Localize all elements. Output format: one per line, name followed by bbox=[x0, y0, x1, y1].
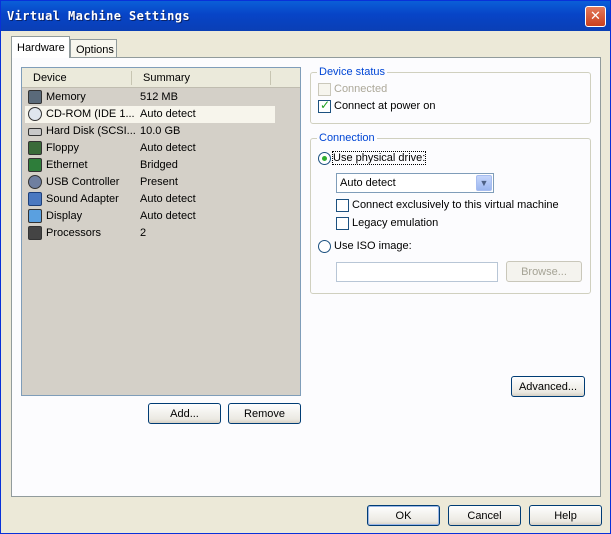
remove-button[interactable]: Remove bbox=[228, 403, 301, 424]
usb-icon bbox=[28, 175, 42, 189]
device-summary: Bridged bbox=[140, 159, 178, 171]
device-name: Hard Disk (SCSI... bbox=[46, 125, 136, 137]
device-row-floppy[interactable]: Floppy Auto detect bbox=[25, 140, 275, 157]
device-summary: Present bbox=[140, 176, 178, 188]
connect-at-power-on-checkbox[interactable]: ✓ bbox=[318, 98, 331, 113]
ok-button-label: OK bbox=[395, 509, 412, 522]
device-summary: Auto detect bbox=[140, 210, 196, 222]
device-row-hard-disk[interactable]: Hard Disk (SCSI... 10.0 GB bbox=[25, 123, 275, 140]
connected-label: Connected bbox=[334, 83, 388, 95]
device-row-sound[interactable]: Sound Adapter Auto detect bbox=[25, 191, 275, 208]
hard-disk-icon bbox=[28, 128, 42, 136]
device-summary: Auto detect bbox=[140, 108, 196, 120]
device-name: Processors bbox=[46, 227, 102, 239]
cdrom-icon bbox=[28, 107, 42, 121]
ok-button[interactable]: OK bbox=[367, 505, 440, 526]
advanced-button-label: Advanced... bbox=[518, 380, 578, 393]
device-name: Memory bbox=[46, 91, 86, 103]
ethernet-icon bbox=[28, 158, 42, 172]
use-physical-drive-radio[interactable] bbox=[318, 152, 331, 165]
device-summary: 2 bbox=[140, 227, 147, 239]
connected-checkbox[interactable] bbox=[318, 83, 331, 96]
cancel-button-label: Cancel bbox=[467, 509, 502, 522]
remove-button-label: Remove bbox=[244, 407, 285, 420]
device-name: Floppy bbox=[46, 142, 80, 154]
display-icon bbox=[28, 209, 42, 223]
memory-icon bbox=[28, 90, 42, 104]
device-list[interactable]: Device Summary Memory 512 MB CD-ROM (IDE… bbox=[21, 67, 301, 396]
device-list-header: Device Summary bbox=[22, 68, 300, 88]
device-name: CD-ROM (IDE 1... bbox=[46, 108, 135, 120]
device-summary: 512 MB bbox=[140, 91, 178, 103]
device-name: Sound Adapter bbox=[46, 193, 119, 205]
connect-at-power-on-label: Connect at power on bbox=[334, 100, 436, 112]
legacy-emulation-label: Legacy emulation bbox=[352, 217, 439, 229]
device-row-usb[interactable]: USB Controller Present bbox=[25, 174, 275, 191]
processor-icon bbox=[28, 226, 42, 240]
device-name: USB Controller bbox=[46, 176, 120, 188]
cancel-button[interactable]: Cancel bbox=[448, 505, 521, 526]
close-icon: ✕ bbox=[590, 9, 601, 24]
advanced-button[interactable]: Advanced... bbox=[511, 376, 585, 397]
use-iso-image-radio[interactable] bbox=[318, 240, 331, 253]
add-button[interactable]: Add... bbox=[148, 403, 221, 424]
column-device[interactable]: Device bbox=[33, 72, 67, 84]
use-physical-drive-label: Use physical drive: bbox=[331, 151, 427, 165]
browse-button-label: Browse... bbox=[521, 265, 567, 278]
close-button[interactable]: ✕ bbox=[585, 6, 606, 27]
window-title: Virtual Machine Settings bbox=[7, 9, 190, 23]
tab-hardware-label: Hardware bbox=[17, 41, 65, 54]
add-button-label: Add... bbox=[170, 407, 199, 420]
connect-exclusively-checkbox[interactable] bbox=[336, 199, 349, 212]
floppy-icon bbox=[28, 141, 42, 155]
tab-options-label: Options bbox=[76, 43, 114, 56]
device-summary: 10.0 GB bbox=[140, 125, 181, 137]
device-row-ethernet[interactable]: Ethernet Bridged bbox=[25, 157, 275, 174]
tab-hardware[interactable]: Hardware bbox=[11, 36, 70, 58]
column-summary[interactable]: Summary bbox=[143, 72, 190, 84]
device-row-memory[interactable]: Memory 512 MB bbox=[25, 89, 275, 106]
check-mark-icon: ✓ bbox=[320, 98, 331, 112]
connect-exclusively-label: Connect exclusively to this virtual mach… bbox=[352, 199, 559, 211]
drive-select-value: Auto detect bbox=[340, 177, 396, 189]
radio-selected-dot bbox=[322, 156, 327, 161]
chevron-down-icon[interactable]: ▼ bbox=[476, 175, 492, 191]
drive-select[interactable]: Auto detect ▼ bbox=[336, 173, 494, 193]
settings-window: Virtual Machine Settings ✕ Hardware Opti… bbox=[0, 0, 611, 534]
device-status-title: Device status bbox=[317, 66, 388, 78]
browse-button[interactable]: Browse... bbox=[506, 261, 582, 282]
help-button-label: Help bbox=[554, 509, 577, 522]
sound-icon bbox=[28, 192, 42, 206]
device-name: Display bbox=[46, 210, 83, 222]
device-status-group: Device status bbox=[310, 66, 591, 124]
title-bar[interactable]: Virtual Machine Settings ✕ bbox=[1, 1, 610, 31]
device-summary: Auto detect bbox=[140, 193, 196, 205]
device-row-display[interactable]: Display Auto detect bbox=[25, 208, 275, 225]
device-row-cdrom[interactable]: CD-ROM (IDE 1... Auto detect bbox=[25, 106, 275, 123]
iso-path-input[interactable] bbox=[336, 262, 498, 282]
device-row-processors[interactable]: Processors 2 bbox=[25, 225, 275, 242]
legacy-emulation-checkbox[interactable] bbox=[336, 217, 349, 230]
tab-options[interactable]: Options bbox=[70, 39, 117, 59]
use-iso-image-label: Use ISO image: bbox=[334, 240, 412, 252]
device-summary: Auto detect bbox=[140, 142, 196, 154]
connection-title: Connection bbox=[317, 132, 377, 144]
device-name: Ethernet bbox=[46, 159, 88, 171]
help-button[interactable]: Help bbox=[529, 505, 602, 526]
